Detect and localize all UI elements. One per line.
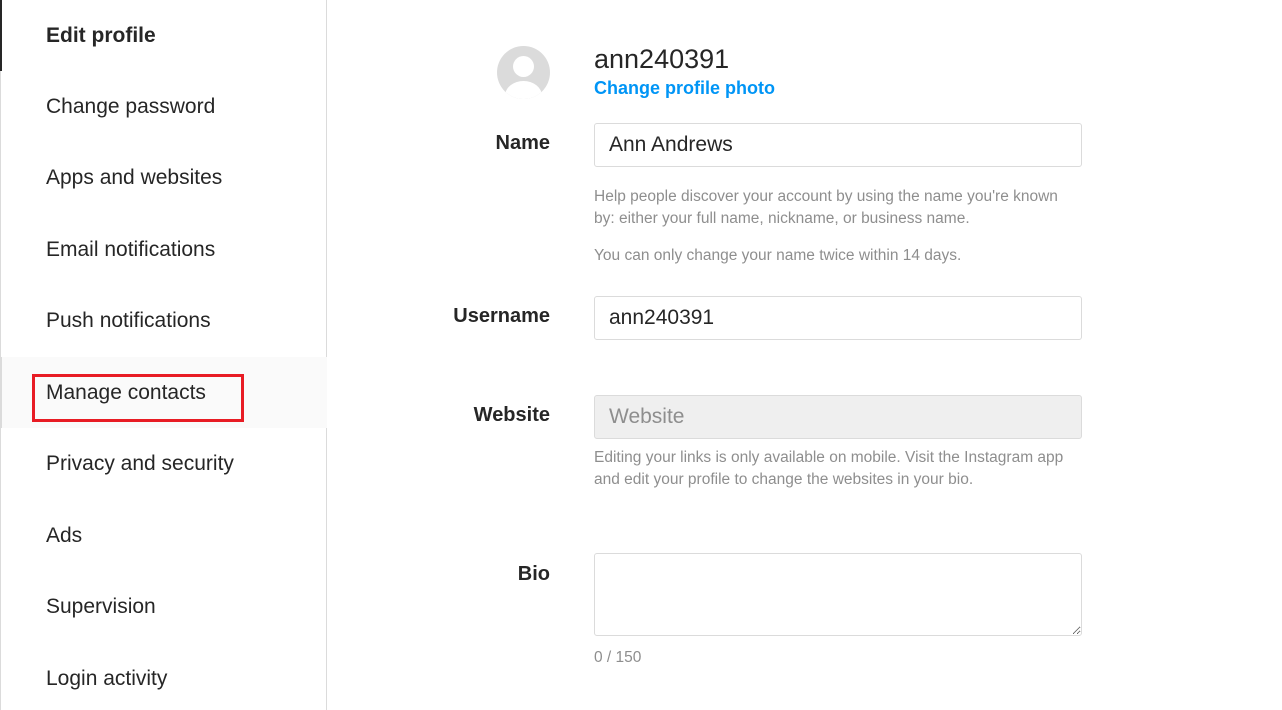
change-profile-photo-link[interactable]: Change profile photo: [594, 78, 775, 99]
profile-avatar[interactable]: [497, 46, 550, 99]
sidebar-item-privacy-and-security[interactable]: Privacy and security: [1, 428, 327, 499]
bio-label: Bio: [517, 563, 550, 585]
sidebar-item-change-password[interactable]: Change password: [1, 71, 327, 142]
sidebar-item-ads[interactable]: Ads: [1, 500, 327, 571]
sidebar-item-label: Email notifications: [46, 237, 216, 261]
sidebar-item-manage-contacts[interactable]: Manage contacts: [0, 357, 327, 428]
profile-username: ann240391: [594, 44, 730, 74]
website-input: [594, 395, 1082, 439]
sidebar-item-label: Push notifications: [46, 308, 211, 332]
website-help-text: Editing your links is only available on …: [594, 449, 1064, 488]
name-input[interactable]: [594, 123, 1082, 167]
name-help-text: Help people discover your account by usi…: [594, 188, 1058, 227]
sidebar-item-supervision[interactable]: Supervision: [1, 571, 327, 642]
sidebar-item-edit-profile[interactable]: Edit profile: [0, 0, 327, 71]
bio-char-counter: 0 / 150: [594, 649, 642, 666]
avatar-body-icon: [505, 81, 542, 99]
bio-textarea[interactable]: [594, 553, 1082, 636]
sidebar-item-push-notifications[interactable]: Push notifications: [1, 285, 327, 356]
sidebar-item-apps-and-websites[interactable]: Apps and websites: [1, 142, 327, 213]
sidebar-item-label: Privacy and security: [46, 451, 234, 475]
name-change-limit-text: You can only change your name twice with…: [594, 247, 962, 264]
name-label: Name: [495, 132, 550, 154]
sidebar-item-email-notifications[interactable]: Email notifications: [1, 214, 327, 285]
sidebar-item-label: Change password: [46, 94, 216, 118]
settings-sidebar: Edit profile Change password Apps and we…: [0, 0, 327, 710]
sidebar-item-label: Edit profile: [46, 23, 156, 47]
sidebar-item-label: Supervision: [46, 594, 156, 618]
avatar-head-icon: [513, 56, 534, 77]
website-label: Website: [473, 404, 550, 426]
sidebar-item-label: Apps and websites: [46, 165, 223, 189]
username-label: Username: [453, 305, 550, 327]
sidebar-item-login-activity[interactable]: Login activity: [1, 643, 327, 710]
sidebar-item-label: Manage contacts: [46, 380, 206, 404]
username-input[interactable]: [594, 296, 1082, 340]
sidebar-item-label: Login activity: [46, 666, 168, 690]
sidebar-item-label: Ads: [46, 523, 83, 547]
